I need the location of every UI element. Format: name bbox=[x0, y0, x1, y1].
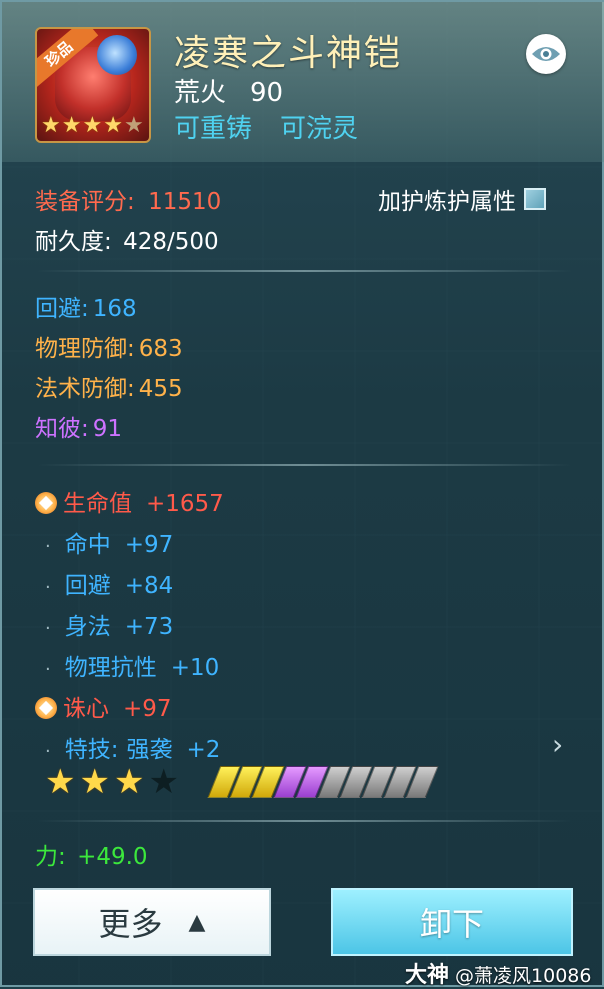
stat-label: 身法 bbox=[64, 614, 111, 640]
stat-label: 回避 bbox=[64, 573, 111, 599]
stat-label: 物理抗性 bbox=[64, 655, 157, 681]
gem-icon bbox=[35, 492, 57, 514]
item-icon: 珍品 ★ ★ ★ ★ ★ bbox=[35, 27, 151, 143]
stat-value: +97 bbox=[123, 696, 172, 722]
refine-progress-bars bbox=[207, 766, 439, 798]
stat-value: +1657 bbox=[146, 491, 224, 517]
stat-label: 命中 bbox=[64, 532, 111, 558]
divider bbox=[37, 464, 572, 466]
stat-label: 知彼: bbox=[35, 416, 89, 442]
chevron-right-icon[interactable]: › bbox=[552, 728, 563, 761]
item-tags: 可重铸 可浣灵 bbox=[174, 108, 358, 145]
base-stat-row: 物理防御: 683 bbox=[35, 329, 183, 363]
stat-value: 683 bbox=[138, 336, 183, 362]
stat-value: +73 bbox=[124, 614, 174, 640]
stat-label: 特技: bbox=[64, 737, 119, 763]
item-type: 荒火 bbox=[174, 78, 227, 108]
stat-value: 168 bbox=[92, 296, 137, 322]
watermark: 大神 @萧凌风10086 bbox=[405, 957, 591, 989]
extra-stat-row: · 命中 +97 bbox=[35, 525, 173, 559]
gem-icon bbox=[35, 697, 57, 719]
score-value: 11510 bbox=[148, 189, 222, 215]
stat-label: 诛心 bbox=[63, 696, 109, 722]
unequip-button[interactable]: 卸下 bbox=[331, 888, 573, 956]
caret-up-icon: ▲ bbox=[188, 909, 206, 935]
bullet-icon: · bbox=[45, 577, 51, 598]
stat-label: 法术防御: bbox=[35, 376, 135, 402]
eye-icon bbox=[532, 47, 560, 61]
item-type-level: 荒火 90 bbox=[174, 72, 283, 109]
unequip-label: 卸下 bbox=[419, 905, 484, 943]
protect-checkbox[interactable] bbox=[524, 188, 546, 210]
star-icon: ★ bbox=[82, 113, 103, 138]
item-name: 凌寒之斗神铠 bbox=[174, 33, 403, 74]
protect-label: 加护炼护属性 bbox=[378, 189, 516, 215]
stat-label: 物理防御: bbox=[35, 336, 135, 362]
extra-stat-row: · 物理抗性 +10 bbox=[35, 648, 219, 682]
stat-value: +10 bbox=[170, 655, 220, 681]
base-stat-row: 回避: 168 bbox=[35, 289, 137, 323]
item-level: 90 bbox=[250, 78, 284, 108]
star-icon: ★ bbox=[45, 762, 76, 802]
bullet-icon: · bbox=[45, 659, 51, 680]
stat-label: 回避: bbox=[35, 296, 89, 322]
score-label: 装备评分: bbox=[35, 189, 135, 215]
stat-value: 455 bbox=[138, 376, 183, 402]
watermark-brand: 大神 bbox=[405, 963, 450, 988]
bullet-icon: · bbox=[45, 536, 51, 557]
star-icon: ★ bbox=[113, 762, 145, 802]
base-stat-row: 知彼: 91 bbox=[35, 409, 122, 443]
strength-label: 力: bbox=[35, 844, 66, 870]
durability-row: 耐久度: 428/500 bbox=[35, 222, 219, 256]
armor-gem-icon bbox=[97, 35, 137, 75]
stat-value: +2 bbox=[186, 737, 221, 763]
stat-value: +97 bbox=[124, 532, 174, 558]
refine-star-rating: ★ ★ ★ ★ bbox=[45, 764, 179, 800]
bullet-icon: · bbox=[45, 618, 51, 639]
star-icon: ★ bbox=[41, 113, 61, 138]
skill-name: 强袭 bbox=[126, 737, 173, 763]
strength-row: 力: +49.0 bbox=[35, 837, 148, 871]
star-icon: ★ bbox=[103, 113, 123, 138]
stat-label: 生命值 bbox=[63, 491, 132, 517]
watermark-handle: @萧凌风10086 bbox=[455, 965, 592, 987]
stat-value: +84 bbox=[124, 573, 174, 599]
base-stat-row: 法术防御: 455 bbox=[35, 369, 183, 403]
item-detail-panel: 珍品 ★ ★ ★ ★ ★ 凌寒之斗神铠 荒火 90 可重铸 可浣灵 装备评分: 11510 … bbox=[0, 0, 604, 989]
more-label: 更多 bbox=[98, 905, 163, 943]
extra-stat-row: · 身法 +73 bbox=[35, 607, 173, 641]
star-icon: ★ bbox=[148, 762, 179, 802]
star-icon: ★ bbox=[61, 113, 82, 138]
item-star-rating: ★ ★ ★ ★ ★ bbox=[41, 115, 144, 137]
durability-label: 耐久度: bbox=[35, 229, 112, 255]
protect-attribute-toggle[interactable]: 加护炼护属性 bbox=[378, 182, 546, 216]
extra-stat-row: 诛心 +97 bbox=[35, 689, 172, 723]
tag-reforge: 可重铸 bbox=[174, 114, 253, 144]
star-icon: ★ bbox=[123, 113, 144, 138]
divider bbox=[37, 270, 572, 272]
extra-stat-row: · 回避 +84 bbox=[35, 566, 173, 600]
score-row: 装备评分: 11510 bbox=[35, 182, 221, 216]
stat-value: 91 bbox=[92, 416, 123, 442]
strength-value: +49.0 bbox=[77, 844, 148, 870]
star-icon: ★ bbox=[79, 762, 110, 802]
bullet-icon: · bbox=[45, 741, 51, 762]
preview-eye-button[interactable] bbox=[526, 34, 566, 74]
divider bbox=[37, 820, 572, 822]
more-button[interactable]: 更多 ▲ bbox=[33, 888, 271, 956]
tag-infuse: 可浣灵 bbox=[280, 114, 359, 144]
extra-stat-row: · 特技: 强袭 +2 bbox=[35, 730, 220, 764]
extra-stat-row: 生命值 +1657 bbox=[35, 484, 224, 518]
durability-value: 428/500 bbox=[123, 229, 219, 255]
